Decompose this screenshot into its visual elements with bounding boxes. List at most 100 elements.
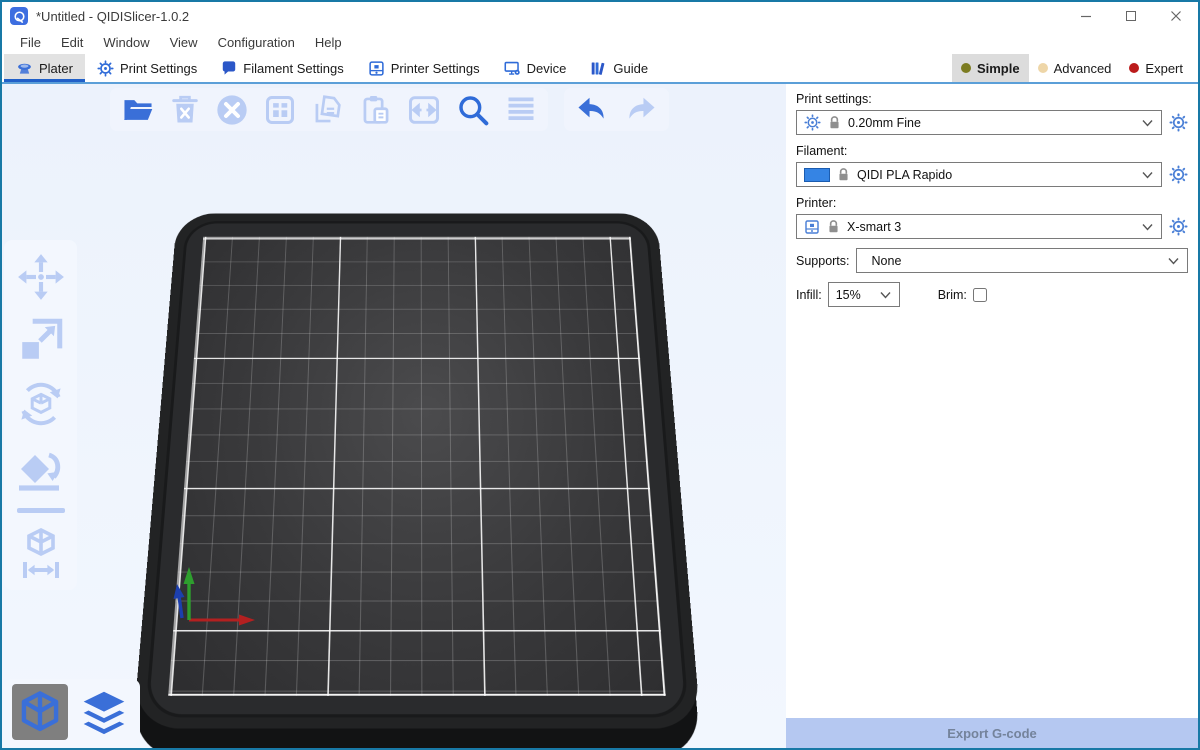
- menubar: File Edit Window View Configuration Help: [2, 30, 1198, 54]
- chevron-down-icon: [1142, 223, 1153, 231]
- printer-combo[interactable]: X-smart 3: [796, 214, 1162, 239]
- tab-label: Filament Settings: [243, 61, 343, 76]
- supports-value: None: [864, 254, 1161, 268]
- redo-arrow-icon: [625, 96, 657, 124]
- menu-edit[interactable]: Edit: [51, 35, 93, 50]
- device-icon: [504, 60, 521, 77]
- menu-window[interactable]: Window: [93, 35, 159, 50]
- delete-all-button[interactable]: [216, 94, 248, 126]
- infill-combo[interactable]: 15%: [828, 282, 900, 307]
- tab-plater[interactable]: Plater: [4, 54, 85, 82]
- lock-icon: [827, 219, 840, 234]
- search-button[interactable]: [457, 94, 489, 126]
- maximize-button[interactable]: [1108, 2, 1153, 30]
- main-toolbar: [110, 88, 548, 131]
- delete-all-icon: [216, 94, 248, 126]
- scale-button[interactable]: [16, 315, 66, 365]
- measure-button[interactable]: [16, 526, 66, 578]
- lock-icon: [837, 167, 850, 182]
- supports-combo[interactable]: None: [856, 248, 1188, 273]
- chevron-down-icon: [1168, 257, 1179, 265]
- filament-color-swatch: [804, 168, 830, 182]
- open-button[interactable]: [122, 96, 154, 124]
- gear-icon: [1169, 113, 1188, 132]
- undo-button[interactable]: [576, 96, 608, 124]
- chevron-down-icon: [1142, 171, 1153, 179]
- settings-panel: Print settings: 0.20mm Fine Filament: QI…: [786, 84, 1198, 748]
- app-window: *Untitled - QIDISlicer-1.0.2 File Edit W…: [0, 0, 1200, 750]
- infill-value: 15%: [836, 288, 873, 302]
- origin-axes: [167, 562, 277, 634]
- printer-gear-button[interactable]: [1168, 217, 1188, 237]
- printer-icon: [368, 60, 385, 77]
- print-settings-gear-button[interactable]: [1168, 113, 1188, 133]
- preview-view-button[interactable]: [76, 684, 132, 740]
- minimize-button[interactable]: [1063, 2, 1108, 30]
- brim-checkbox[interactable]: [973, 288, 987, 302]
- expert-dot-icon: [1129, 63, 1139, 73]
- platter-icon: [16, 60, 33, 77]
- layers-lines-icon: [506, 95, 536, 125]
- menu-file[interactable]: File: [10, 35, 51, 50]
- paste-icon: [361, 94, 391, 126]
- view-switcher: [4, 679, 140, 745]
- export-gcode-button[interactable]: Export G-code: [786, 718, 1198, 748]
- filament-gear-button[interactable]: [1168, 165, 1188, 185]
- mode-label: Advanced: [1054, 61, 1112, 76]
- move-button[interactable]: [16, 252, 66, 302]
- object-manipulation-toolbar: [4, 240, 77, 590]
- bed-frame: [133, 213, 701, 728]
- close-button[interactable]: [1153, 2, 1198, 30]
- delete-button[interactable]: [171, 95, 199, 125]
- menu-help[interactable]: Help: [305, 35, 352, 50]
- print-settings-combo[interactable]: 0.20mm Fine: [796, 110, 1162, 135]
- mode-advanced[interactable]: Advanced: [1029, 54, 1121, 82]
- gear-icon: [804, 114, 821, 131]
- tab-print-settings[interactable]: Print Settings: [85, 54, 209, 82]
- tab-guide[interactable]: Guide: [578, 54, 660, 82]
- app-logo-icon: [10, 7, 28, 25]
- infill-label: Infill:: [796, 288, 822, 302]
- arrange-icon: [265, 95, 295, 125]
- guide-books-icon: [590, 60, 607, 77]
- 3d-editor-view-button[interactable]: [12, 684, 68, 740]
- window-title: *Untitled - QIDISlicer-1.0.2: [36, 9, 189, 24]
- preview-layers-icon: [80, 688, 128, 736]
- filament-value: QIDI PLA Rapido: [857, 168, 1135, 182]
- open-folder-icon: [122, 96, 154, 124]
- lock-icon: [828, 115, 841, 130]
- split-icon: [408, 95, 440, 125]
- move-icon: [16, 252, 66, 302]
- mode-label: Simple: [977, 61, 1020, 76]
- print-settings-label: Print settings:: [796, 92, 1188, 106]
- filament-icon: [221, 60, 237, 76]
- redo-button[interactable]: [625, 96, 657, 124]
- copy-button[interactable]: [312, 94, 344, 126]
- gear-icon: [1169, 165, 1188, 184]
- rotate-button[interactable]: [15, 378, 67, 430]
- main-area: Print settings: 0.20mm Fine Filament: QI…: [2, 84, 1198, 748]
- chevron-down-icon: [1142, 119, 1153, 127]
- paste-button[interactable]: [361, 94, 391, 126]
- tab-filament-settings[interactable]: Filament Settings: [209, 54, 355, 82]
- mode-label: Expert: [1145, 61, 1183, 76]
- mode-expert[interactable]: Expert: [1120, 54, 1192, 82]
- printer-icon: [804, 219, 820, 235]
- search-icon: [457, 94, 489, 126]
- mode-switcher: Simple Advanced Expert: [952, 54, 1198, 82]
- 3d-viewport[interactable]: [2, 84, 786, 748]
- split-button[interactable]: [408, 95, 440, 125]
- mode-simple[interactable]: Simple: [952, 54, 1029, 82]
- gear-icon: [1169, 217, 1188, 236]
- menu-view[interactable]: View: [160, 35, 208, 50]
- tab-device[interactable]: Device: [492, 54, 579, 82]
- scale-icon: [16, 315, 66, 365]
- tab-printer-settings[interactable]: Printer Settings: [356, 54, 492, 82]
- undo-redo-toolbar: [564, 88, 669, 131]
- measure-icon: [16, 526, 66, 578]
- arrange-button[interactable]: [265, 95, 295, 125]
- filament-combo[interactable]: QIDI PLA Rapido: [796, 162, 1162, 187]
- place-on-face-button[interactable]: [15, 443, 67, 495]
- variable-layer-height-button[interactable]: [506, 95, 536, 125]
- menu-configuration[interactable]: Configuration: [208, 35, 305, 50]
